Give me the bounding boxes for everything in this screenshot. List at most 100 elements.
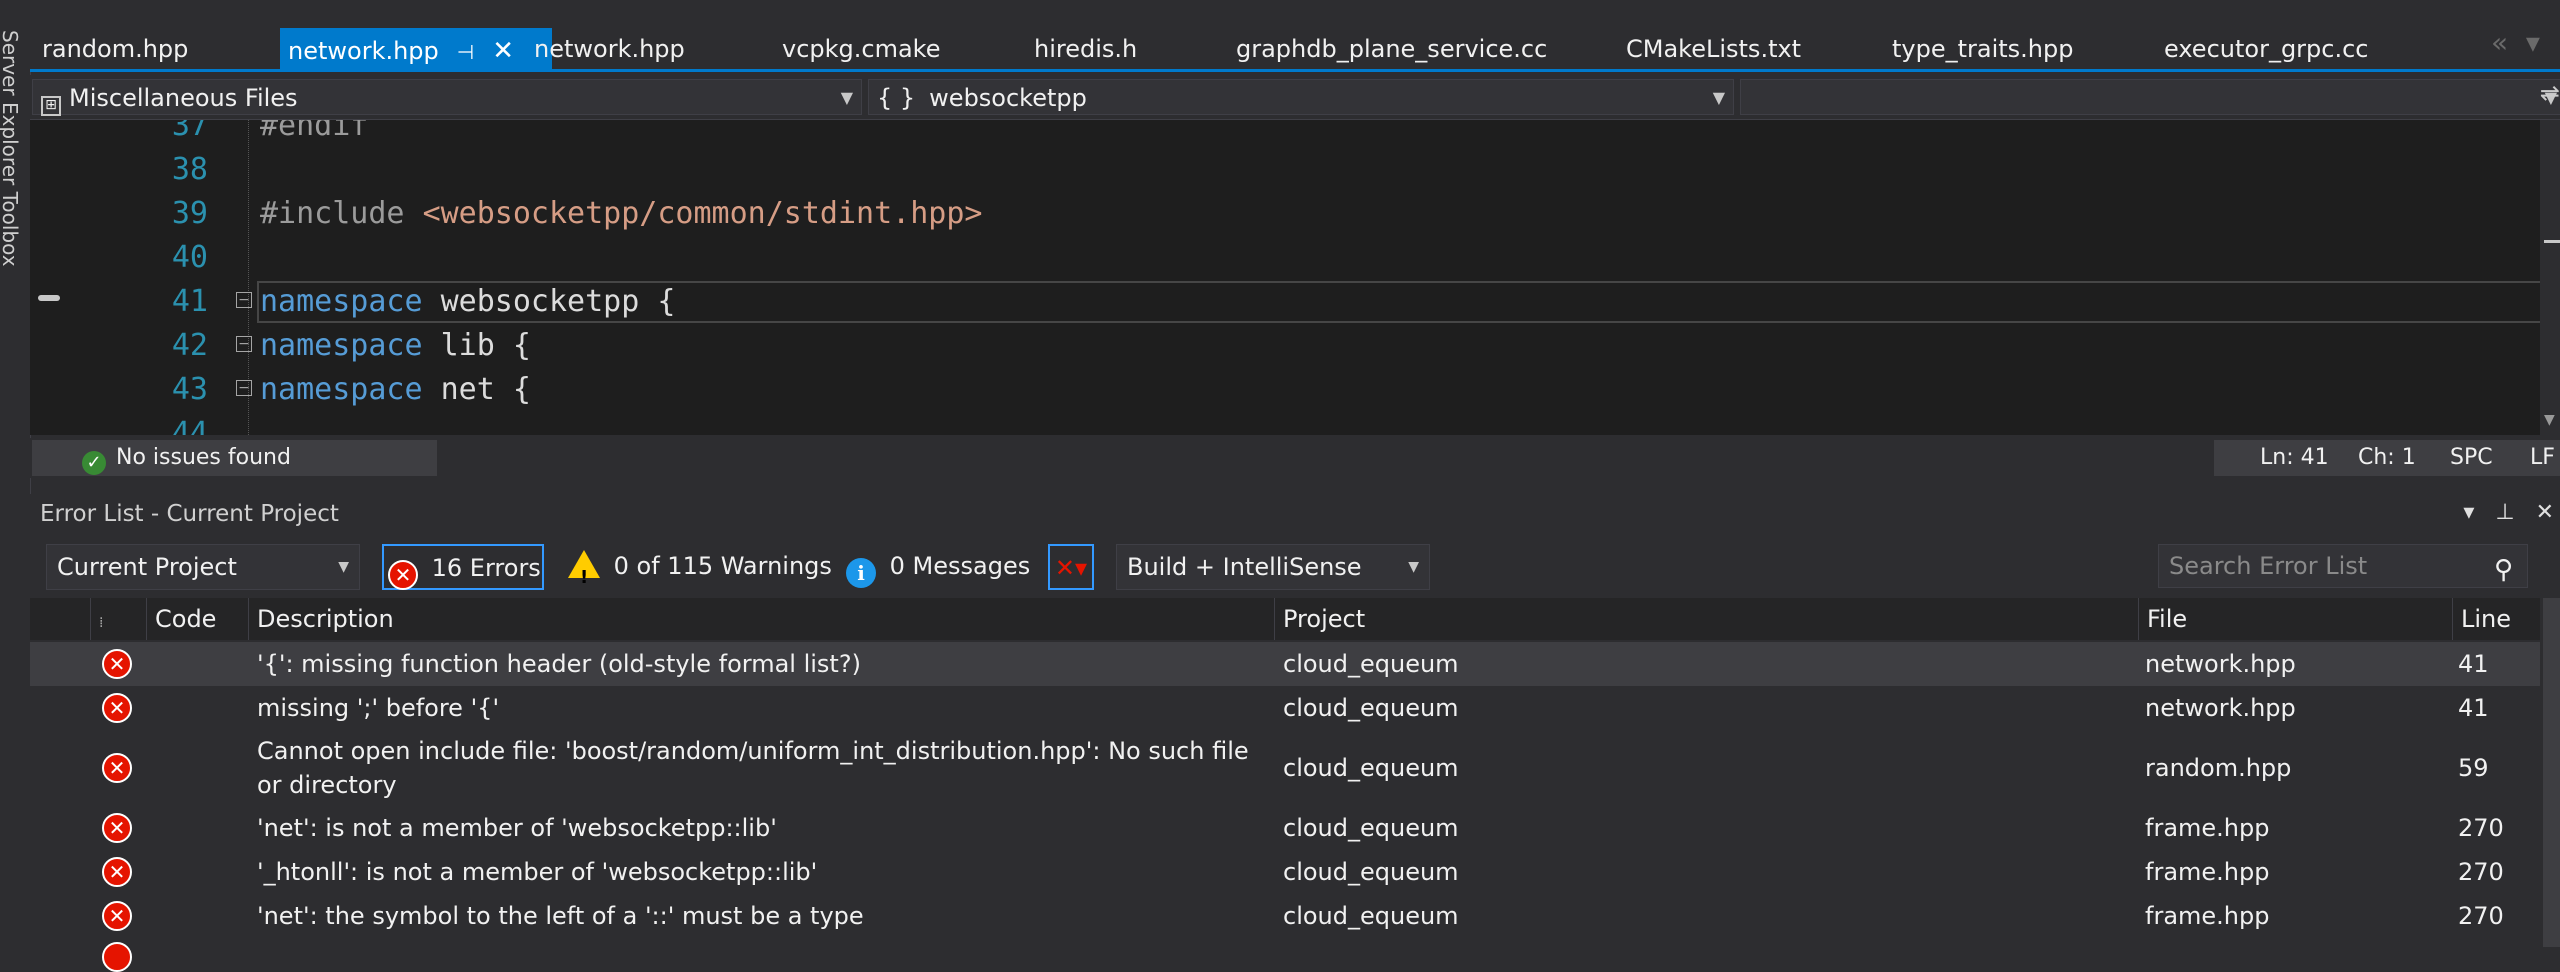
- code-text: websocketpp {: [422, 284, 676, 319]
- error-line: 270: [2458, 902, 2504, 930]
- error-icon: ✕: [102, 753, 132, 783]
- error-line: 270: [2458, 814, 2504, 842]
- tab-vcpkg-cmake[interactable]: vcpkg.cmake: [782, 26, 940, 72]
- code-line: 39 #include <websocketpp/common/stdint.h…: [30, 192, 2540, 236]
- close-icon[interactable]: ✕: [492, 28, 514, 74]
- tab-label: vcpkg.cmake: [782, 35, 941, 63]
- error-icon: ✕: [388, 560, 418, 590]
- error-project: cloud_equeum: [1283, 902, 1459, 930]
- pin-icon[interactable]: ⊥: [2495, 500, 2514, 525]
- line-number: 43: [171, 372, 208, 407]
- tab-label: CMakeLists.txt: [1626, 35, 1802, 63]
- issues-text: No issues found: [116, 445, 291, 470]
- pin-icon[interactable]: ⊣: [457, 29, 474, 75]
- column-header-severity[interactable]: ⁞: [90, 598, 146, 640]
- line-number: 42: [171, 328, 208, 363]
- collapse-icon[interactable]: −: [236, 292, 252, 308]
- tab-type-traits[interactable]: type_traits.hpp: [1892, 26, 2074, 72]
- error-line: 41: [2458, 694, 2489, 722]
- tab-hiredis-h[interactable]: hiredis.h: [1034, 26, 1137, 72]
- chevron-down-icon: ▼: [1712, 88, 1725, 107]
- code-line: 42 − namespace lib {: [30, 324, 2540, 368]
- search-icon[interactable]: ⚲: [2494, 549, 2513, 591]
- keyword: namespace: [260, 372, 423, 407]
- error-project: cloud_equeum: [1283, 650, 1459, 678]
- tab-label: random.hpp: [42, 35, 189, 63]
- project-icon: ⊞: [41, 96, 61, 116]
- messages-toggle-button[interactable]: i 0 Messages: [842, 544, 1030, 590]
- tab-random-hpp[interactable]: random.hpp: [42, 26, 188, 72]
- filter-icon[interactable]: ✕▾: [1048, 544, 1094, 590]
- error-project: cloud_equeum: [1283, 858, 1459, 886]
- code-text: #endif: [260, 120, 369, 143]
- line-number: 37: [171, 120, 208, 143]
- code-line: 44: [30, 412, 2540, 435]
- whitespace-indicator[interactable]: SPC: [2450, 440, 2493, 476]
- line-number: 39: [171, 196, 208, 231]
- build-filter-dropdown[interactable]: Build + IntelliSense ▼: [1116, 544, 1430, 590]
- tab-cmakelists[interactable]: CMakeLists.txt: [1626, 26, 1801, 72]
- editor-vertical-scrollbar[interactable]: ▼: [2542, 120, 2560, 435]
- chevron-down-icon[interactable]: ▾: [2463, 500, 2474, 525]
- scope-dropdown[interactable]: { } websocketpp ▼: [868, 79, 1734, 115]
- error-description: Cannot open include file: 'boost/random/…: [257, 737, 1249, 799]
- column-header-description[interactable]: Description: [248, 598, 1274, 640]
- issues-indicator[interactable]: ✓ No issues found: [32, 440, 437, 476]
- left-tool-strip: Server Explorer Toolbox: [0, 0, 31, 947]
- line-indicator[interactable]: Ln: 41: [2260, 440, 2329, 476]
- error-description: 'net': the symbol to the left of a '::' …: [257, 902, 864, 930]
- code-line: 40: [30, 236, 2540, 280]
- line-number: 40: [171, 240, 208, 275]
- collapse-icon[interactable]: −: [236, 336, 252, 352]
- check-circle-icon: ✓: [82, 451, 106, 475]
- error-description: missing ';' before '{': [257, 694, 500, 722]
- project-dropdown[interactable]: ⊞ Miscellaneous Files ▼: [32, 79, 862, 116]
- scope-filter-dropdown[interactable]: Current Project ▼: [46, 544, 360, 590]
- navigation-bar: ⊞ Miscellaneous Files ▼ { } websocketpp ▼ …: [30, 75, 2560, 120]
- member-dropdown[interactable]: ▼: [1740, 79, 2560, 115]
- error-file: network.hpp: [2145, 650, 2296, 678]
- column-header-file[interactable]: File: [2138, 598, 2452, 640]
- split-editor-icon[interactable]: ⇌: [2540, 79, 2560, 107]
- collapse-icon[interactable]: −: [236, 380, 252, 396]
- tab-executor-grpc[interactable]: executor_grpc.cc: [2164, 26, 2369, 72]
- code-line-current: 41 − namespace websocketpp {: [30, 280, 2540, 324]
- errors-toggle-button[interactable]: ✕ 16 Errors: [382, 544, 544, 590]
- error-project: cloud_equeum: [1283, 814, 1459, 842]
- line-ending-indicator[interactable]: LF: [2530, 440, 2555, 476]
- error-row[interactable]: ✕ missing ';' before '{' cloud_equeum ne…: [30, 686, 2540, 730]
- search-error-list-input[interactable]: Search Error List ⚲: [2158, 544, 2528, 588]
- tab-label: type_traits.hpp: [1892, 35, 2074, 63]
- error-list-scrollbar[interactable]: [2543, 598, 2560, 947]
- column-indicator[interactable]: Ch: 1: [2358, 440, 2416, 476]
- error-row[interactable]: ✕ '_htonll': is not a member of 'websock…: [30, 850, 2540, 894]
- code-line: 37 #endif: [30, 120, 2540, 148]
- tab-label: graphdb_plane_service.cc: [1236, 35, 1548, 63]
- tab-network-hpp-active[interactable]: network.hpp ⊣ ✕: [280, 28, 552, 72]
- panel-window-buttons: ▾ ⊥ ✕: [2463, 500, 2554, 525]
- error-row[interactable]: ✕ 'net': is not a member of 'websocketpp…: [30, 806, 2540, 850]
- error-icon: ✕: [102, 813, 132, 843]
- warnings-toggle-button[interactable]: ! 0 of 115 Warnings: [564, 544, 832, 590]
- column-header-line[interactable]: Line: [2452, 598, 2540, 640]
- tab-graphdb-plane-service[interactable]: graphdb_plane_service.cc: [1236, 26, 1547, 72]
- keyword: namespace: [260, 328, 423, 363]
- server-explorer-toolbox-tabs[interactable]: Server Explorer Toolbox: [0, 30, 22, 267]
- line-number: 41: [171, 284, 208, 319]
- tab-overflow-icon[interactable]: « ▾: [2491, 26, 2540, 59]
- column-header-code[interactable]: Code: [146, 598, 248, 640]
- tab-network-hpp[interactable]: network.hpp: [534, 26, 685, 72]
- close-icon[interactable]: ✕: [2536, 500, 2554, 525]
- error-project: cloud_equeum: [1283, 754, 1459, 782]
- column-header-project[interactable]: Project: [1274, 598, 2138, 640]
- preprocessor-text: #include: [260, 196, 423, 231]
- error-description: 'net': is not a member of 'websocketpp::…: [257, 814, 777, 842]
- error-file: frame.hpp: [2145, 814, 2270, 842]
- error-row[interactable]: ✕ Cannot open include file: 'boost/rando…: [30, 730, 2540, 806]
- error-row[interactable]: ✕ '{': missing function header (old-styl…: [30, 642, 2540, 686]
- chevron-down-icon: ▼: [1408, 559, 1419, 575]
- code-editor[interactable]: 37 #endif 38 39 #include <websocketpp/co…: [30, 120, 2540, 435]
- chevron-down-icon: ▼: [840, 88, 853, 107]
- error-row[interactable]: ✕ 'net': the symbol to the left of a '::…: [30, 894, 2540, 938]
- tab-label: network.hpp: [534, 35, 685, 63]
